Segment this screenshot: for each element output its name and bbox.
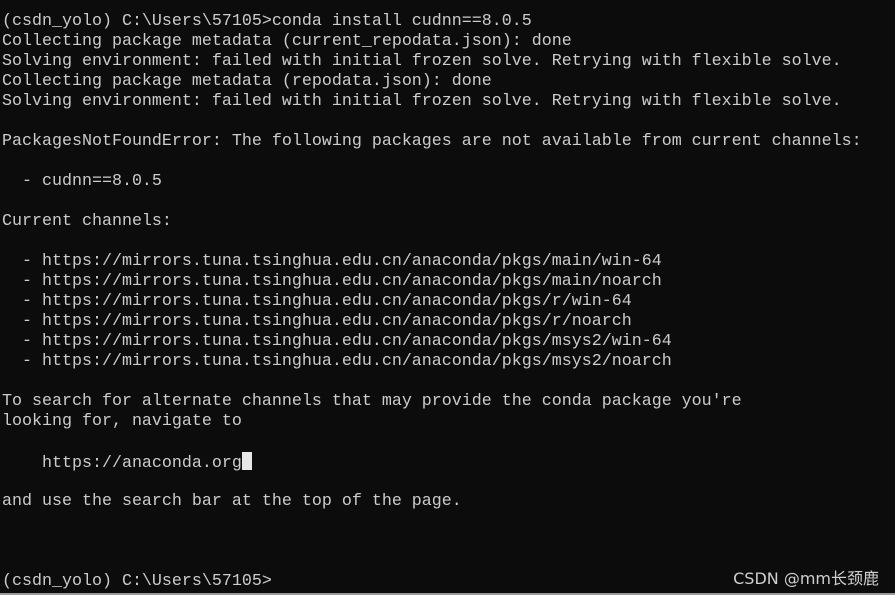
terminal-line-text: https://anaconda.org bbox=[2, 454, 242, 473]
terminal-line-text: (csdn_yolo) C:\Users\57105> bbox=[2, 572, 272, 591]
terminal-line-text: - https://mirrors.tuna.tsinghua.edu.cn/a… bbox=[2, 312, 632, 331]
terminal-line-text: - https://mirrors.tuna.tsinghua.edu.cn/a… bbox=[2, 272, 662, 291]
terminal-line: https://anaconda.org bbox=[2, 452, 862, 473]
text-cursor bbox=[241, 452, 252, 470]
terminal-line: - https://mirrors.tuna.tsinghua.edu.cn/a… bbox=[2, 352, 862, 372]
terminal-output[interactable]: (csdn_yolo) C:\Users\57105>conda install… bbox=[2, 12, 862, 592]
terminal-line-text: PackagesNotFoundError: The following pac… bbox=[2, 132, 862, 151]
terminal-line: Current channels: bbox=[2, 212, 862, 232]
terminal-line-text: and use the search bar at the top of the… bbox=[2, 492, 462, 511]
terminal-line-text: - https://mirrors.tuna.tsinghua.edu.cn/a… bbox=[2, 292, 632, 311]
terminal-line: looking for, navigate to bbox=[2, 412, 862, 432]
terminal-line: - https://mirrors.tuna.tsinghua.edu.cn/a… bbox=[2, 312, 862, 332]
terminal-line: Collecting package metadata (current_rep… bbox=[2, 32, 862, 52]
terminal-line: - https://mirrors.tuna.tsinghua.edu.cn/a… bbox=[2, 332, 862, 352]
terminal-line-text: Solving environment: failed with initial… bbox=[2, 52, 842, 71]
terminal-line: - https://mirrors.tuna.tsinghua.edu.cn/a… bbox=[2, 292, 862, 312]
terminal-line: To search for alternate channels that ma… bbox=[2, 392, 862, 412]
watermark: CSDN @mm长颈鹿 bbox=[733, 569, 879, 588]
terminal-line-text: Current channels: bbox=[2, 212, 172, 231]
terminal-line-text: Solving environment: failed with initial… bbox=[2, 92, 842, 111]
terminal-line-text: - https://mirrors.tuna.tsinghua.edu.cn/a… bbox=[2, 252, 662, 271]
terminal-line-text: looking for, navigate to bbox=[2, 412, 242, 431]
terminal-line: - https://mirrors.tuna.tsinghua.edu.cn/a… bbox=[2, 272, 862, 292]
terminal-line-text: To search for alternate channels that ma… bbox=[2, 392, 742, 411]
terminal-line: and use the search bar at the top of the… bbox=[2, 492, 862, 512]
terminal-line-text: - cudnn==8.0.5 bbox=[2, 172, 162, 191]
terminal-line-text: (csdn_yolo) C:\Users\57105>conda install… bbox=[2, 12, 532, 31]
terminal-line: Solving environment: failed with initial… bbox=[2, 52, 862, 72]
terminal-line: Solving environment: failed with initial… bbox=[2, 92, 862, 112]
terminal-line: - cudnn==8.0.5 bbox=[2, 172, 862, 192]
terminal-line-text: - https://mirrors.tuna.tsinghua.edu.cn/a… bbox=[2, 332, 672, 351]
terminal-line: Collecting package metadata (repodata.js… bbox=[2, 72, 862, 92]
terminal-line: (csdn_yolo) C:\Users\57105>conda install… bbox=[2, 12, 862, 32]
terminal-line-text: Collecting package metadata (current_rep… bbox=[2, 32, 572, 51]
terminal-line-text: - https://mirrors.tuna.tsinghua.edu.cn/a… bbox=[2, 352, 672, 371]
terminal-line: - https://mirrors.tuna.tsinghua.edu.cn/a… bbox=[2, 252, 862, 272]
terminal-line-text: Collecting package metadata (repodata.js… bbox=[2, 72, 492, 91]
terminal-line: PackagesNotFoundError: The following pac… bbox=[2, 132, 862, 152]
